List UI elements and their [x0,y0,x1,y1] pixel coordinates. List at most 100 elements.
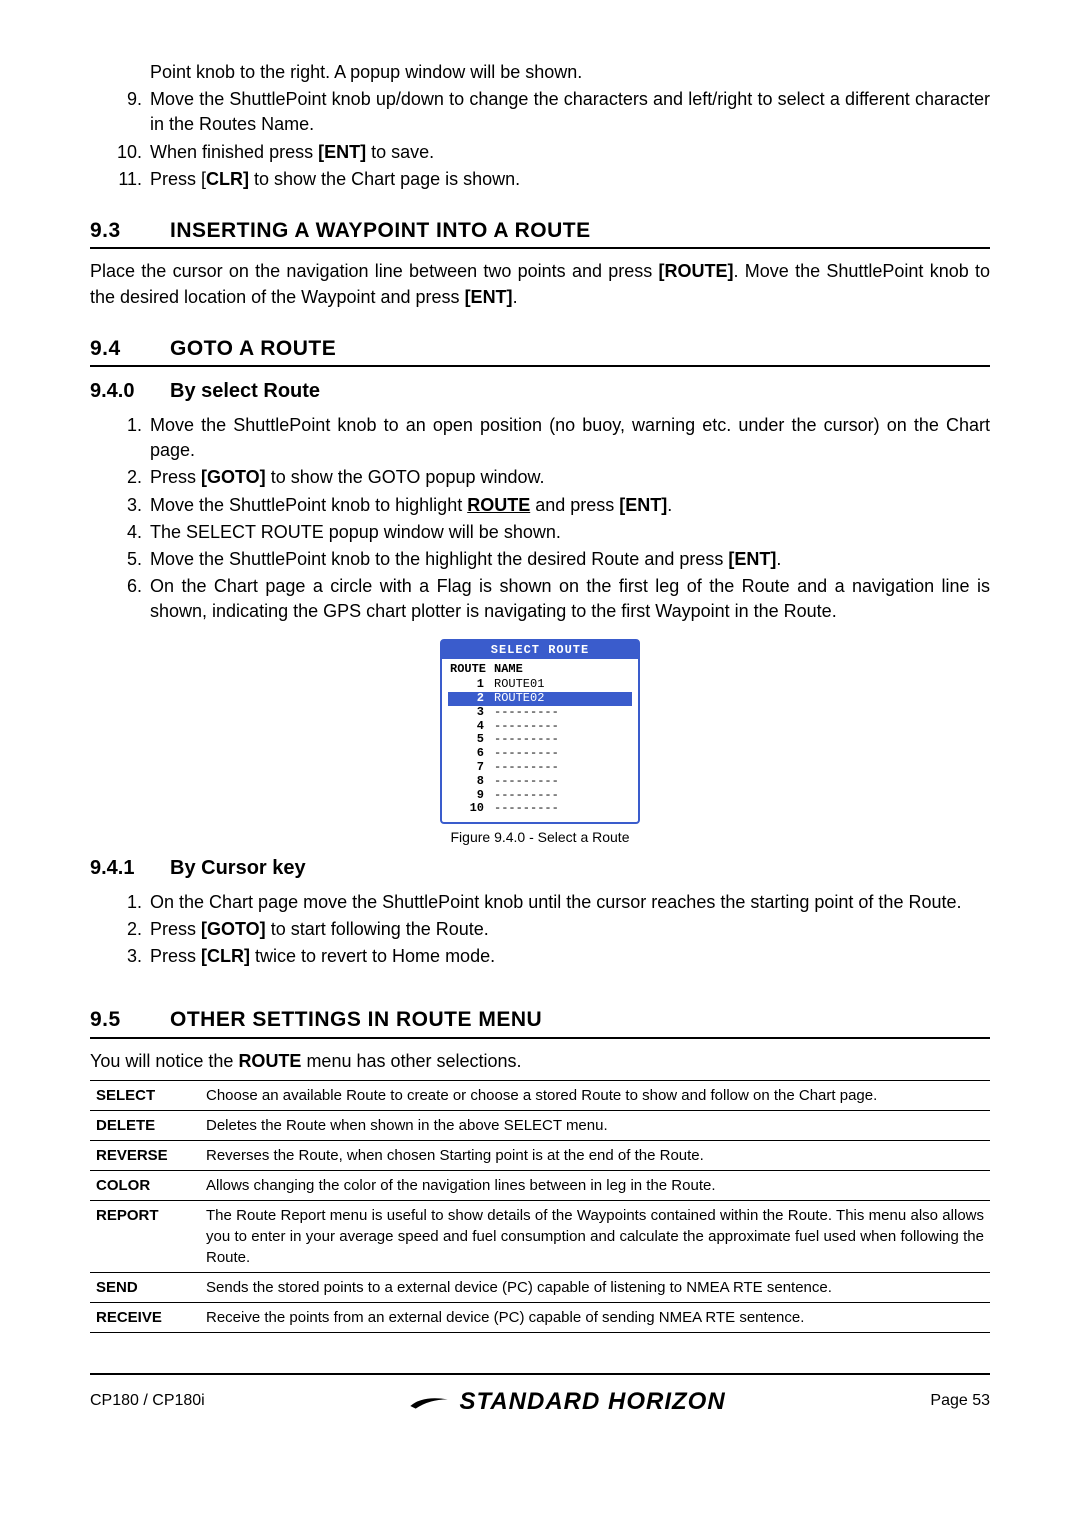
list-body: Move the ShuttlePoint knob to the highli… [150,547,990,572]
setting-key: COLOR [90,1170,200,1200]
col-route: ROUTE [448,661,494,678]
list-body: Move the ShuttlePoint knob to highlight … [150,493,990,518]
table-row: SELECTChoose an available Route to creat… [90,1080,990,1110]
route-row[interactable]: 9--------- [448,789,632,803]
route-row[interactable]: 2ROUTE02 [448,692,632,706]
select-route-titlebar: SELECT ROUTE [442,641,638,660]
setting-key: DELETE [90,1110,200,1140]
list-number: 2. [110,917,150,942]
setting-key: REVERSE [90,1140,200,1170]
list-number: 11. [110,167,150,192]
list-number: 5. [110,547,150,572]
list-number: 3. [110,944,150,969]
section-9-3-num: 9.3 [90,216,170,245]
list-body: Press [CLR] to show the Chart page is sh… [150,167,990,192]
setting-value: Deletes the Route when shown in the abov… [200,1110,990,1140]
setting-key: SEND [90,1272,200,1302]
route-row[interactable]: 7--------- [448,761,632,775]
page-footer: CP180 / CP180i STANDARD HORIZON Page 53 [90,1375,990,1419]
route-name: --------- [494,775,632,789]
section-9-3-heading: 9.3 INSERTING A WAYPOINT INTO A ROUTE [90,216,990,249]
route-name: ROUTE01 [494,678,632,692]
route-name: --------- [494,789,632,803]
route-menu-settings-table: SELECTChoose an available Route to creat… [90,1080,990,1333]
list-item: 6.On the Chart page a circle with a Flag… [110,574,990,624]
section-9-4-0-title: By select Route [170,377,320,405]
intro-list: Point knob to the right. A popup window … [110,60,990,192]
route-name: --------- [494,802,632,816]
list-body: Move the ShuttlePoint knob up/down to ch… [150,87,990,137]
list-body: Press [GOTO] to show the GOTO popup wind… [150,465,990,490]
list-body: The SELECT ROUTE popup window will be sh… [150,520,990,545]
list-item: 3.Move the ShuttlePoint knob to highligh… [110,493,990,518]
table-row: REVERSEReverses the Route, when chosen S… [90,1140,990,1170]
list-item: 5.Move the ShuttlePoint knob to the high… [110,547,990,572]
route-number: 2 [448,692,494,706]
setting-key: SELECT [90,1080,200,1110]
list-body: Press [CLR] twice to revert to Home mode… [150,944,990,969]
brand-swoosh-icon [409,1393,449,1411]
route-row[interactable]: 8--------- [448,775,632,789]
route-row[interactable]: 5--------- [448,733,632,747]
setting-value: Sends the stored points to a external de… [200,1272,990,1302]
table-row: SENDSends the stored points to a externa… [90,1272,990,1302]
section-9-4-1-num: 9.4.1 [90,854,170,882]
list-number: 9. [110,87,150,137]
section-9-3-para: Place the cursor on the navigation line … [90,259,990,309]
setting-value: Reverses the Route, when chosen Starting… [200,1140,990,1170]
route-row[interactable]: 4--------- [448,720,632,734]
list-number: 6. [110,574,150,624]
list-item: 2.Press [GOTO] to start following the Ro… [110,917,990,942]
table-row: DELETEDeletes the Route when shown in th… [90,1110,990,1140]
route-number: 10 [448,802,494,816]
footer-model: CP180 / CP180i [90,1390,205,1412]
route-row[interactable]: 6--------- [448,747,632,761]
list-number: 1. [110,890,150,915]
setting-value: Allows changing the color of the navigat… [200,1170,990,1200]
route-number: 9 [448,789,494,803]
list-item: 1.On the Chart page move the ShuttlePoin… [110,890,990,915]
list-item: 4.The SELECT ROUTE popup window will be … [110,520,990,545]
footer-brand-name: STANDARD HORIZON [459,1385,725,1419]
list-number [110,60,150,85]
setting-value: Receive the points from an external devi… [200,1302,990,1332]
section-9-4-1-heading: 9.4.1 By Cursor key [90,854,990,882]
select-route-body: ROUTE NAME 1ROUTE012ROUTE023---------4--… [442,659,638,822]
route-name: --------- [494,706,632,720]
route-row[interactable]: 1ROUTE01 [448,678,632,692]
footer-brand: STANDARD HORIZON [409,1385,725,1419]
route-name: ROUTE02 [494,692,632,706]
list-item: 11.Press [CLR] to show the Chart page is… [110,167,990,192]
list-body: On the Chart page a circle with a Flag i… [150,574,990,624]
route-number: 6 [448,747,494,761]
list-number: 3. [110,493,150,518]
table-row: REPORTThe Route Report menu is useful to… [90,1200,990,1272]
route-row[interactable]: 10--------- [448,802,632,816]
list-body: Point knob to the right. A popup window … [150,60,990,85]
table-row: COLORAllows changing the color of the na… [90,1170,990,1200]
section-9-5-num: 9.5 [90,1005,170,1034]
col-name: NAME [494,661,632,678]
route-name: --------- [494,747,632,761]
list-body: Move the ShuttlePoint knob to an open po… [150,413,990,463]
section-9-4-0-num: 9.4.0 [90,377,170,405]
section-9-4-heading: 9.4 GOTO A ROUTE [90,334,990,367]
list-item: 9.Move the ShuttlePoint knob up/down to … [110,87,990,137]
select-route-header: ROUTE NAME [448,661,632,678]
section-9-4-1-title: By Cursor key [170,854,306,882]
section-9-4-1-list: 1.On the Chart page move the ShuttlePoin… [110,890,990,970]
list-number: 10. [110,140,150,165]
list-number: 1. [110,413,150,463]
list-item: 2.Press [GOTO] to show the GOTO popup wi… [110,465,990,490]
footer-page: Page 53 [930,1390,990,1412]
route-number: 8 [448,775,494,789]
figure-9-4-0: SELECT ROUTE ROUTE NAME 1ROUTE012ROUTE02… [90,639,990,848]
section-9-5-title: OTHER SETTINGS IN ROUTE MENU [170,1005,542,1034]
setting-key: RECEIVE [90,1302,200,1332]
route-row[interactable]: 3--------- [448,706,632,720]
section-9-4-num: 9.4 [90,334,170,363]
section-9-4-0-list: 1.Move the ShuttlePoint knob to an open … [110,413,990,625]
list-body: Press [GOTO] to start following the Rout… [150,917,990,942]
figure-caption: Figure 9.4.0 - Select a Route [90,828,990,848]
route-number: 3 [448,706,494,720]
